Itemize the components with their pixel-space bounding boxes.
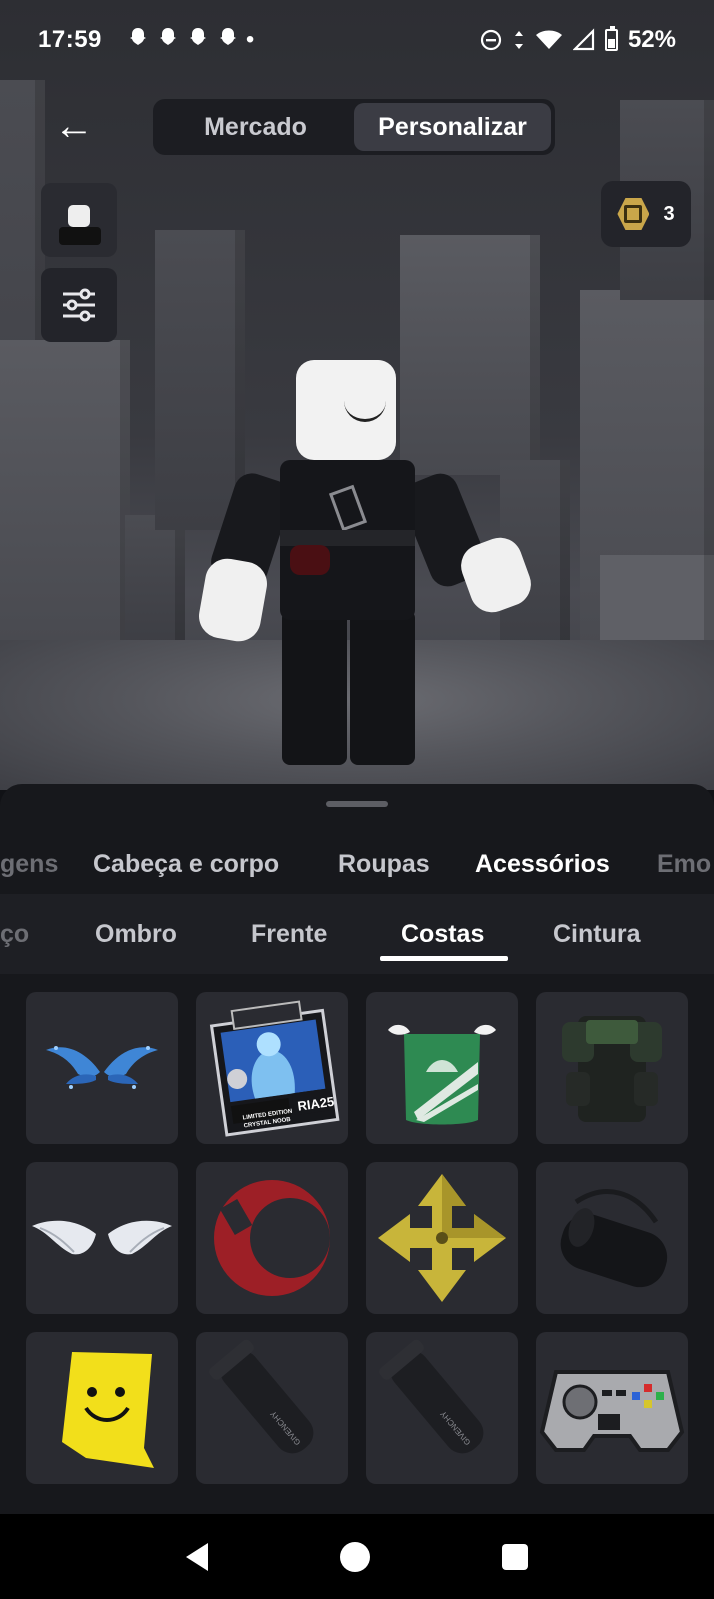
category-tabs: gens Cabeça e corpo Roupas Acessórios Em… <box>0 824 714 904</box>
red-crescent-icon <box>214 1180 330 1296</box>
thumbnail-body <box>59 227 101 245</box>
smiley-cape-icon <box>62 1352 154 1468</box>
item-tile-green-cape[interactable] <box>366 992 518 1144</box>
item-tile-smiley-cape[interactable] <box>26 1332 178 1484</box>
status-time: 17:59 <box>38 26 102 53</box>
subcategory-tabs: ço Ombro Frente Costas Cintura <box>0 894 714 974</box>
white-wings-icon <box>32 1220 172 1255</box>
cellular-signal-icon <box>572 28 595 51</box>
snapchat-icon <box>159 28 176 45</box>
avatar-torso <box>280 460 415 620</box>
givenchy-tube-icon: GIVENCHY <box>209 1339 314 1454</box>
tab-costas[interactable]: Costas <box>401 894 484 974</box>
avatar-thumbnail-button[interactable] <box>41 183 117 257</box>
nav-recents-icon[interactable] <box>502 1543 528 1570</box>
snapchat-icon <box>129 28 146 45</box>
item-tile-givenchy-tube-2[interactable]: GIVENCHY <box>366 1332 518 1484</box>
tab-cabeca-e-corpo[interactable]: Cabeça e corpo <box>93 824 279 904</box>
tab-ombro[interactable]: Ombro <box>95 894 177 974</box>
item-tile-pixel-controller[interactable] <box>536 1332 688 1484</box>
item-tile-white-wings[interactable] <box>26 1162 178 1314</box>
avatar-head <box>296 360 396 460</box>
back-arrow-icon: ← <box>54 103 94 148</box>
item-tile-innovation-badge[interactable]: LIMITED EDITION CRYSTAL NOOB RIA25 <box>196 992 348 1144</box>
snapchat-icon <box>219 28 236 45</box>
sliders-icon <box>63 288 95 322</box>
avatar-buckle <box>328 484 368 532</box>
green-cape-icon <box>388 1024 496 1125</box>
nav-home-icon[interactable] <box>340 1541 370 1572</box>
background-block <box>125 515 185 645</box>
backpack-icon <box>562 1016 662 1122</box>
active-tab-indicator <box>380 956 508 961</box>
item-tile-givenchy-tube[interactable]: GIVENCHY <box>196 1332 348 1484</box>
avatar-character[interactable] <box>195 360 540 780</box>
item-tile-duffel-bag[interactable] <box>536 1162 688 1314</box>
thumbnail-head <box>68 205 90 227</box>
avatar-stain <box>290 545 330 575</box>
accessory-grid: LIMITED EDITION CRYSTAL NOOB RIA25 GIVEN… <box>26 992 690 1484</box>
sheet-drag-handle[interactable] <box>326 801 388 807</box>
background-block <box>0 340 130 660</box>
item-tile-green-backpack[interactable] <box>536 992 688 1144</box>
status-icons: 52% <box>479 26 676 54</box>
avatar-smile <box>344 400 386 422</box>
duffel-bag-icon <box>560 1189 668 1288</box>
battery-percentage: 52% <box>627 26 676 53</box>
avatar-right-leg <box>350 610 415 765</box>
data-transfer-icon <box>514 31 523 49</box>
tab-category-partial-right[interactable]: Emo <box>657 824 711 904</box>
blue-wings-icon <box>46 1046 158 1089</box>
more-notifications-dot: • <box>245 26 255 53</box>
tab-category-partial-left[interactable]: gens <box>0 824 58 904</box>
tab-mercado[interactable]: Mercado <box>157 103 354 151</box>
tab-frente[interactable]: Frente <box>251 894 327 974</box>
robux-count: 3 <box>663 202 675 225</box>
battery-icon <box>604 26 618 51</box>
tab-sub-partial-left[interactable]: ço <box>0 894 29 974</box>
do-not-disturb-icon <box>480 29 502 51</box>
robux-balance[interactable]: 3 <box>601 181 691 247</box>
system-navigation-bar <box>0 1514 714 1599</box>
tab-acessorios[interactable]: Acessórios <box>475 824 610 904</box>
robux-icon <box>617 198 650 230</box>
game-controller-icon <box>539 1370 685 1452</box>
nav-back-icon[interactable] <box>186 1542 208 1571</box>
mode-tabs: Mercado Personalizar <box>153 99 555 155</box>
customize-sheet: gens Cabeça e corpo Roupas Acessórios Em… <box>0 784 714 1514</box>
snapchat-icon <box>189 28 206 45</box>
avatar-belt <box>280 530 415 546</box>
avatar-left-hand <box>195 555 271 645</box>
back-button[interactable]: ← <box>44 100 104 152</box>
tab-personalizar[interactable]: Personalizar <box>354 103 551 151</box>
avatar-left-leg <box>282 610 347 765</box>
status-bar: 17:59 • 52% <box>0 0 714 80</box>
tab-roupas[interactable]: Roupas <box>338 824 430 904</box>
tab-cintura[interactable]: Cintura <box>553 894 641 974</box>
wifi-icon <box>535 30 562 49</box>
item-tile-red-crescent[interactable] <box>196 1162 348 1314</box>
award-badge-icon: LIMITED EDITION CRYSTAL NOOB RIA25 <box>209 1000 340 1137</box>
item-tile-blue-wings[interactable] <box>26 992 178 1144</box>
givenchy-tube-icon: GIVENCHY <box>379 1339 484 1454</box>
item-tile-yellow-arrows[interactable] <box>366 1162 518 1314</box>
notification-icons: • <box>126 26 254 54</box>
settings-sliders-button[interactable] <box>41 268 117 342</box>
four-way-arrow-icon <box>378 1174 506 1302</box>
